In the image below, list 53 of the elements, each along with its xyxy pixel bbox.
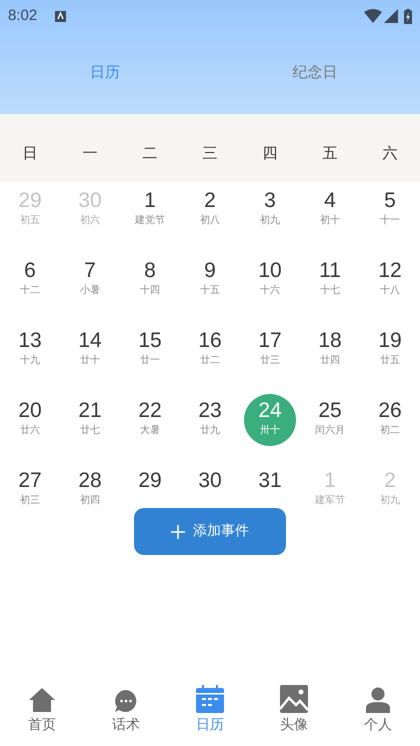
- weekday-label: 日: [22, 142, 38, 164]
- weekday-label: 六: [382, 142, 398, 164]
- day-cell[interactable]: 22 大暑: [124, 394, 176, 446]
- keyboard-notification-icon: [55, 10, 66, 22]
- day-cell[interactable]: 13 十九: [4, 324, 56, 376]
- nav-item[interactable]: 话术: [84, 674, 168, 736]
- nav-item[interactable]: 个人: [336, 674, 420, 736]
- wifi-icon: [364, 9, 382, 23]
- day-cell[interactable]: 31: [244, 464, 296, 496]
- day-cell[interactable]: 7 小暑: [64, 254, 116, 306]
- day-cell[interactable]: 27 初三: [4, 464, 56, 516]
- day-cell[interactable]: 28 初四: [64, 464, 116, 516]
- calendar-icon: [196, 685, 224, 713]
- plus-icon: [171, 524, 185, 538]
- day-cell[interactable]: 11 十七: [304, 254, 356, 306]
- signal-icon: [384, 9, 398, 23]
- day-cell[interactable]: 2 初八: [184, 184, 236, 236]
- day-cell[interactable]: 16 廿二: [184, 324, 236, 376]
- day-cell[interactable]: 30: [184, 464, 236, 496]
- home-icon: [28, 687, 56, 713]
- day-cell[interactable]: 6 十二: [4, 254, 56, 306]
- day-cell[interactable]: 3 初九: [244, 184, 296, 236]
- day-cell[interactable]: 17 廿三: [244, 324, 296, 376]
- status-time: 8:02: [8, 6, 38, 26]
- weekday-label: 四: [262, 142, 278, 164]
- day-cell[interactable]: 1 建党节: [124, 184, 176, 236]
- day-cell[interactable]: 20 廿六: [4, 394, 56, 446]
- day-cell[interactable]: 23 廿九: [184, 394, 236, 446]
- chat-bubble-icon: [114, 689, 138, 713]
- day-cell[interactable]: 8 十四: [124, 254, 176, 306]
- day-cell[interactable]: 14 廿十: [64, 324, 116, 376]
- day-cell[interactable]: 12 十八: [364, 254, 416, 306]
- day-cell[interactable]: 9 十五: [184, 254, 236, 306]
- weekday-label: 三: [202, 142, 218, 164]
- image-icon: [280, 685, 308, 713]
- day-cell[interactable]: 18 廿四: [304, 324, 356, 376]
- day-cell[interactable]: 26 初二: [364, 394, 416, 446]
- nav-item[interactable]: 首页: [0, 674, 84, 736]
- battery-icon: [404, 8, 412, 24]
- weekday-label: 二: [142, 142, 158, 164]
- weekday-label: 一: [82, 142, 98, 164]
- person-icon: [366, 687, 390, 713]
- day-cell[interactable]: 15 廿一: [124, 324, 176, 376]
- day-cell[interactable]: 21 廿七: [64, 394, 116, 446]
- add-event-button[interactable]: 添加事件: [134, 508, 286, 555]
- day-cell[interactable]: 10 十六: [244, 254, 296, 306]
- day-cell[interactable]: 4 初十: [304, 184, 356, 236]
- day-cell[interactable]: 19 廿五: [364, 324, 416, 376]
- day-cell[interactable]: 29: [124, 464, 176, 496]
- weekday-label: 五: [322, 142, 338, 164]
- day-cell[interactable]: 5 十一: [364, 184, 416, 236]
- day-cell[interactable]: 25 闰六月: [304, 394, 356, 446]
- nav-item[interactable]: 头像: [252, 674, 336, 736]
